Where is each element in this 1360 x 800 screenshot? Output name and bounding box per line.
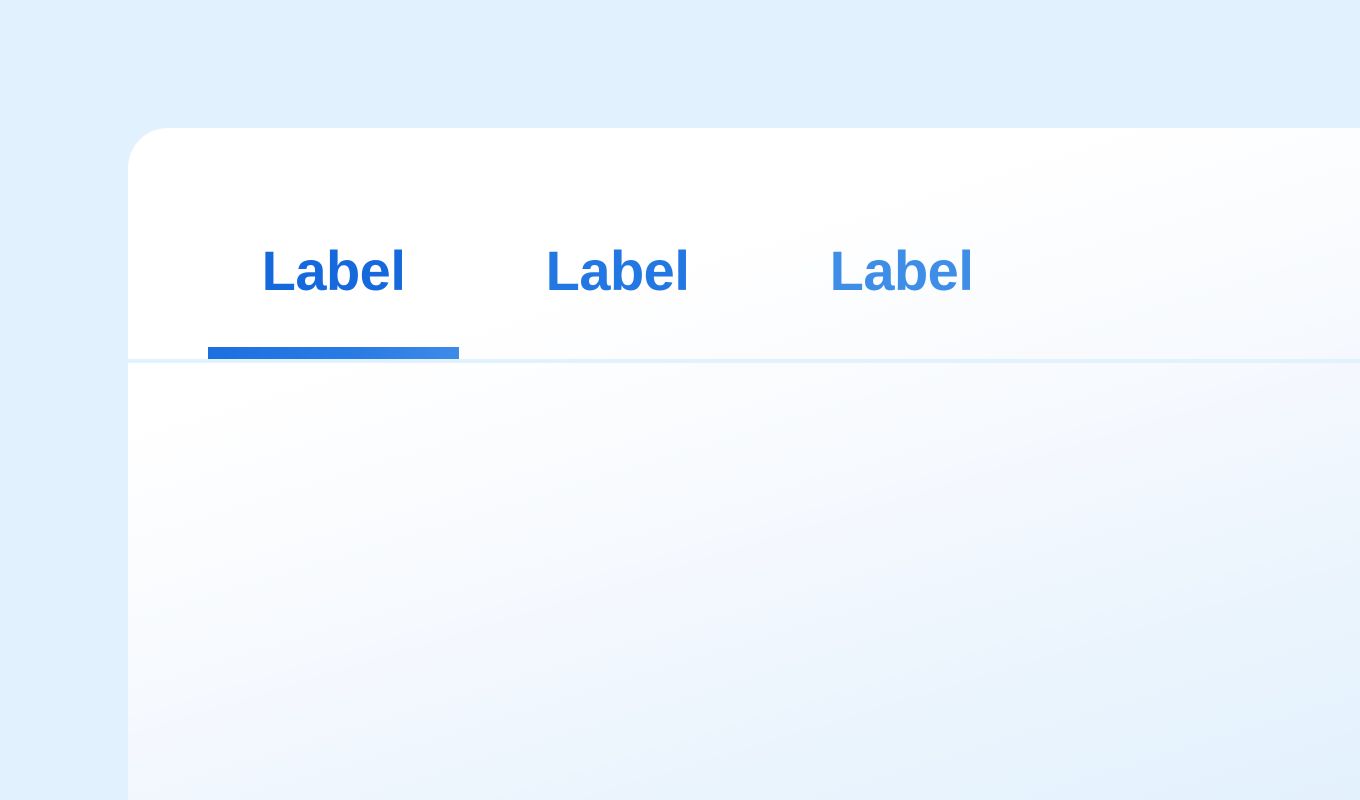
tab-content-panel	[128, 363, 1360, 800]
tab-1-label: Label	[261, 239, 406, 302]
tabs-card: Label Label Label	[128, 128, 1360, 800]
active-tab-indicator	[208, 347, 459, 359]
tab-3[interactable]: Label	[776, 228, 1027, 359]
tab-2-label: Label	[545, 239, 690, 302]
tab-2[interactable]: Label	[492, 228, 743, 359]
tab-3-label: Label	[829, 239, 974, 302]
tab-bar: Label Label Label	[128, 128, 1360, 362]
tab-1[interactable]: Label	[208, 228, 459, 359]
